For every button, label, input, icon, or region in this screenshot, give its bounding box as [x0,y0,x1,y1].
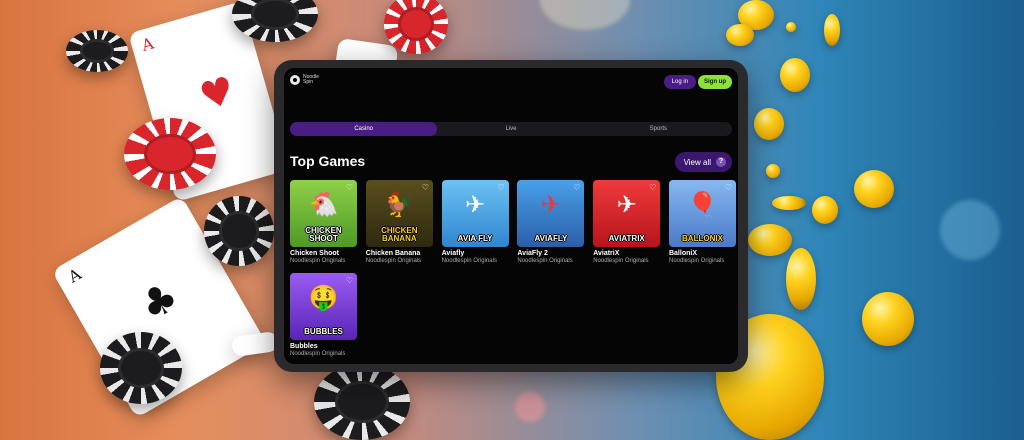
favorite-heart-icon[interactable]: ♡ [345,276,354,285]
logo-line-2: Spin [303,79,314,85]
favorite-heart-icon[interactable]: ♡ [724,183,733,192]
thumbnail-title: CHICKEN BANANA [381,226,418,243]
game-card-aviatrix[interactable]: ✈ ♡ AVIATRIX AviatriX Noodlespin Origina… [593,180,661,265]
heart-icon: ♥ [194,67,240,120]
gold-coin-icon [754,108,784,140]
card-rank: A [64,264,85,287]
game-card-chicken-banana[interactable]: 🐓 ♡ CHICKEN BANANA Chicken Banana Noodle… [365,180,433,265]
card-rank: A [139,33,156,55]
game-provider: Noodlespin Originals [668,258,725,264]
game-card-chicken-shoot[interactable]: 🐔 ♡ CHICKEN SHOOT Chicken Shoot Noodlesp… [290,180,357,265]
gold-coin-icon [854,170,894,208]
thumbnail-title: CHICKEN SHOOT [305,226,342,243]
favorite-heart-icon[interactable]: ♡ [572,183,581,192]
poker-chip-icon [314,364,410,440]
logo-icon [290,75,300,85]
game-card-ballonix[interactable]: 🎈 ♡ BALLONIX BalloniX Noodlespin Origina… [668,180,736,265]
background-glow [940,200,1000,260]
favorite-heart-icon[interactable]: ♡ [345,183,354,192]
game-name[interactable]: Aviafly [442,250,509,258]
game-thumbnail[interactable]: ✈ ♡ AVIATRIX [593,180,661,247]
gold-coin-icon [748,224,792,256]
game-name[interactable]: BalloniX [669,250,736,258]
poker-chip-icon [66,30,128,72]
game-provider: Noodlespin Originals [290,258,346,264]
tab-live[interactable]: Live [437,122,584,136]
game-name[interactable]: Bubbles [290,343,357,351]
login-button[interactable]: Log in [663,75,696,89]
game-thumbnail[interactable]: 🐓 ♡ CHICKEN BANANA [365,180,433,247]
game-provider: Noodlespin Originals [517,258,573,264]
favorite-heart-icon[interactable]: ♡ [497,183,506,192]
help-icon: ? [716,157,726,167]
thumbnail-title: AVIATRIX [608,234,645,243]
favorite-heart-icon[interactable]: ♡ [421,183,430,192]
gold-coin-icon [862,292,914,346]
thumbnail-title: AVIA FLY [457,234,493,243]
gold-coin-icon [780,58,810,92]
game-name[interactable]: AviaFly 2 [517,250,584,258]
airplane-icon: ✈ [465,191,486,219]
game-name[interactable]: Chicken Banana [366,250,433,258]
logo-text: Noodle Spin [303,75,325,85]
poker-chip-icon [124,118,216,190]
poker-chip-icon [100,332,182,404]
thumbnail-title: BUBBLES [304,327,343,336]
signup-button[interactable]: Sign up [698,75,732,89]
view-all-button[interactable]: View all ? [674,152,732,172]
section-title: Top Games [290,153,366,169]
game-name[interactable]: AviatriX [593,250,660,258]
thumbnail-title: BALLONIX [682,234,723,243]
game-card-aviafly-2[interactable]: ✈ ♡ AVIAFLY AviaFly 2 Noodlespin Origina… [517,180,585,265]
gold-coin-icon [726,24,754,46]
game-thumbnail[interactable]: ✈ ♡ AVIA FLY [441,180,509,247]
background-glow [515,392,545,422]
gold-coin-icon [824,14,840,46]
emoji-icon: 🤑 [308,284,339,312]
tablet-device: Noodle Spin Log in Sign up Casino Live S… [274,60,748,372]
tab-sports[interactable]: Sports [585,122,732,136]
favorite-heart-icon[interactable]: ♡ [648,183,657,192]
tablet-screen: Noodle Spin Log in Sign up Casino Live S… [284,68,738,364]
club-icon: ♣ [132,273,187,331]
gold-coin-icon [786,22,796,32]
gold-coin-icon [786,248,816,310]
game-provider: Noodlespin Originals [441,258,497,264]
games-grid: 🐔 ♡ CHICKEN SHOOT Chicken Shoot Noodlesp… [290,180,736,358]
airplane-icon: ✈ [616,191,637,219]
background-glow [540,0,630,30]
game-provider: Noodlespin Originals [593,258,649,264]
gold-coin-icon [812,196,838,224]
game-name[interactable]: Chicken Shoot [290,250,357,258]
game-thumbnail[interactable]: ✈ ♡ AVIAFLY [517,180,585,247]
gold-coin-icon [772,196,806,210]
thumbnail-title: AVIAFLY [534,234,568,243]
game-provider: Noodlespin Originals [290,351,346,357]
gold-coin-icon [766,164,780,178]
game-provider: Noodlespin Originals [365,258,422,264]
balloon-icon: 🎈 [687,191,718,219]
tab-casino[interactable]: Casino [290,122,438,136]
chicken-banana-icon: 🐓 [384,191,415,219]
airplane-icon: ✈ [540,191,561,219]
game-thumbnail[interactable]: 🤑 ♡ BUBBLES [290,273,357,340]
header-bar: Noodle Spin Log in Sign up [284,68,738,98]
game-thumbnail[interactable]: 🐔 ♡ CHICKEN SHOOT [290,180,357,247]
game-card-bubbles[interactable]: 🤑 ♡ BUBBLES Bubbles Noodlespin Originals [290,273,357,358]
game-thumbnail[interactable]: 🎈 ♡ BALLONIX [668,180,736,247]
category-tabs: Casino Live Sports [290,122,732,136]
view-all-label: View all [683,157,711,167]
poker-chip-icon [204,196,274,266]
poker-chip-icon [384,0,448,54]
game-card-aviafly[interactable]: ✈ ♡ AVIA FLY Aviafly Noodlespin Original… [441,180,509,265]
chicken-icon: 🐔 [308,191,339,219]
brand-logo[interactable]: Noodle Spin [290,75,325,85]
